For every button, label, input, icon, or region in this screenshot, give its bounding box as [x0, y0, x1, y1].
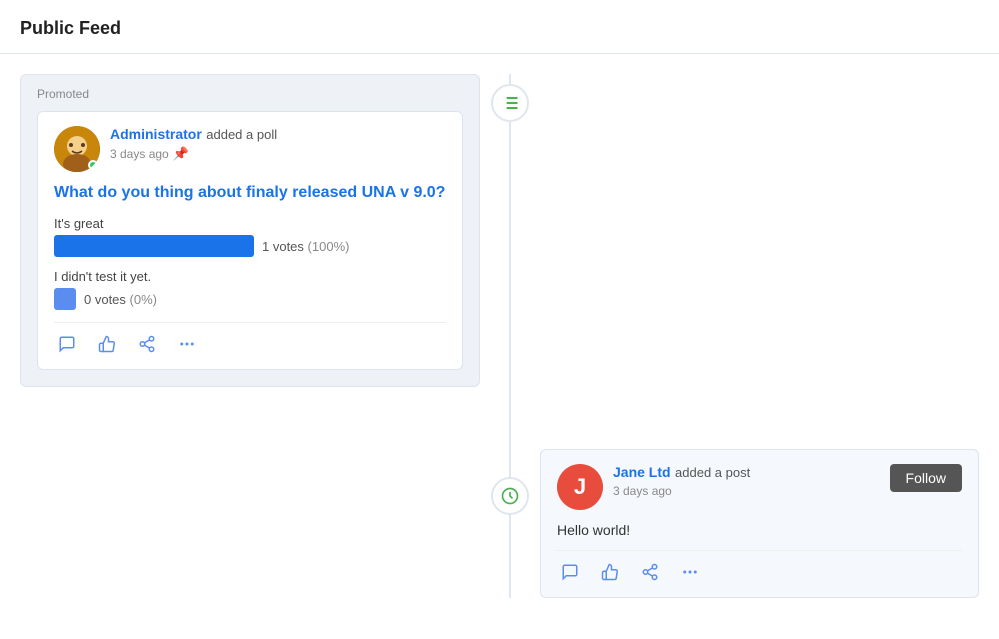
jane-meta: Jane Ltd added a post 3 days ago [613, 464, 890, 498]
promoted-card: Promoted [20, 74, 480, 387]
poll-votes-2: 0 votes (0%) [84, 292, 157, 307]
timeline-line [509, 74, 511, 598]
more-button[interactable] [174, 333, 200, 355]
poll-option-1-label: It's great [54, 216, 446, 231]
post-header: Administrator added a poll 3 days ago 📌 [54, 126, 446, 172]
page-title: Public Feed [20, 18, 979, 39]
online-indicator [88, 160, 98, 170]
jane-header: J Jane Ltd added a post 3 days ago Follo [557, 464, 962, 510]
post-inner: Administrator added a poll 3 days ago 📌 … [37, 111, 463, 370]
timeline-column [480, 74, 540, 598]
pin-icon: 📌 [173, 146, 189, 162]
poll-option-2: I didn't test it yet. 0 votes (0%) [54, 269, 446, 310]
jane-post-time: 3 days ago [613, 484, 890, 498]
poll-option-1: It's great 1 votes (100%) [54, 216, 446, 257]
post-action-text: added a poll [206, 127, 277, 142]
timeline-icon-clock [491, 477, 529, 515]
jane-like-button[interactable] [597, 561, 623, 583]
like-button[interactable] [94, 333, 120, 355]
jane-author-line: Jane Ltd added a post [613, 464, 890, 482]
jane-author-name[interactable]: Jane Ltd [613, 464, 671, 480]
comment-button[interactable] [54, 333, 80, 355]
jane-card: J Jane Ltd added a post 3 days ago Follo [540, 449, 979, 598]
right-column: J Jane Ltd added a post 3 days ago Follo [540, 74, 979, 598]
jane-action-text: added a post [675, 465, 750, 480]
poll-bar-container-1: 1 votes (100%) [54, 235, 446, 257]
jane-avatar: J [557, 464, 603, 510]
poll-option-2-label: I didn't test it yet. [54, 269, 446, 284]
avatar [54, 126, 100, 172]
post-actions [54, 322, 446, 355]
post-time: 3 days ago 📌 [110, 146, 446, 162]
share-button[interactable] [134, 333, 160, 355]
post-author-name[interactable]: Administrator [110, 126, 202, 142]
follow-button[interactable]: Follow [890, 464, 962, 492]
jane-more-button[interactable] [677, 561, 703, 583]
poll-title[interactable]: What do you thing about finaly released … [54, 182, 446, 204]
promoted-label: Promoted [37, 87, 463, 101]
jane-share-button[interactable] [637, 561, 663, 583]
poll-votes-1: 1 votes (100%) [262, 239, 349, 254]
jane-comment-button[interactable] [557, 561, 583, 583]
timeline-icon-list [491, 84, 529, 122]
post-meta: Administrator added a poll 3 days ago 📌 [110, 126, 446, 162]
jane-post-actions [557, 550, 962, 583]
poll-bar-full [54, 235, 254, 257]
post-author-line: Administrator added a poll [110, 126, 446, 144]
poll-bar-container-2: 0 votes (0%) [54, 288, 446, 310]
poll-bar-empty [54, 288, 76, 310]
jane-post-content: Hello world! [557, 522, 962, 538]
